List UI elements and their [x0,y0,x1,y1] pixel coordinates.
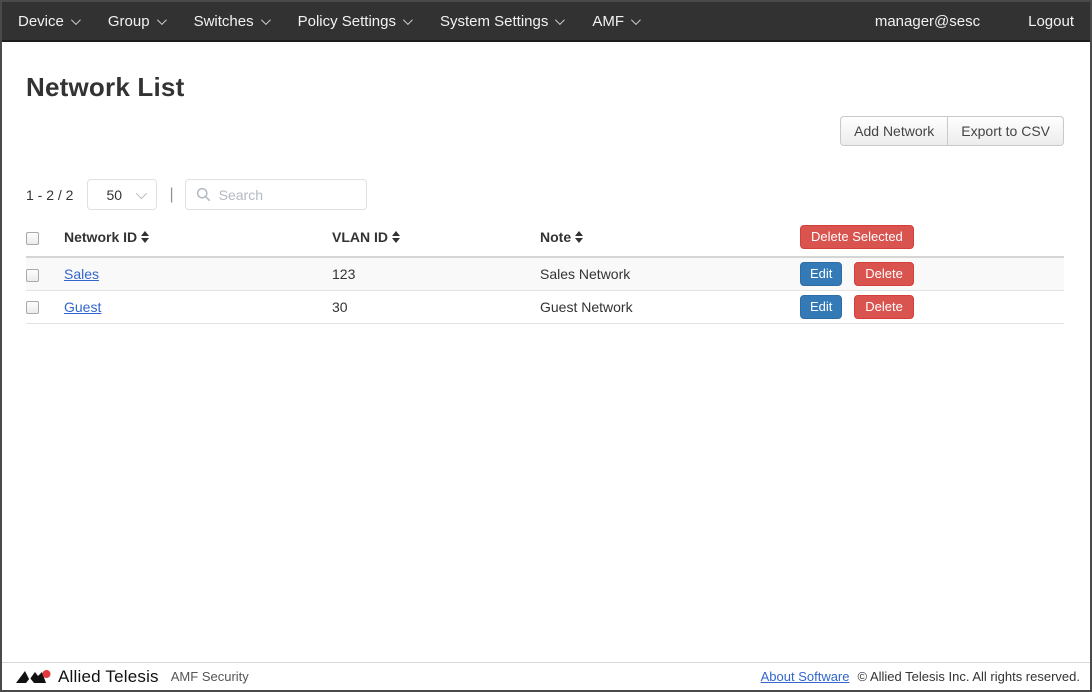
network-id-link[interactable]: Guest [64,299,101,315]
note-cell: Sales Network [540,257,800,290]
sort-icon[interactable] [141,231,149,243]
chevron-down-icon [261,15,271,25]
edit-button[interactable]: Edit [800,295,842,319]
nav-menu: Device Group Switches Policy Settings Sy… [18,13,638,30]
main-content: Network List Add Network Export to CSV 1… [2,42,1090,662]
nav-item-system-settings[interactable]: System Settings [440,13,562,30]
app-window: Device Group Switches Policy Settings Sy… [0,0,1092,692]
sort-icon[interactable] [392,231,400,243]
column-header-note: Note [540,229,571,245]
about-software-link[interactable]: About Software [761,669,850,684]
nav-item-label: Device [18,13,64,30]
toolbar-button-group: Add Network Export to CSV [840,116,1064,146]
logout-button[interactable]: Logout [1028,13,1074,30]
nav-item-policy-settings[interactable]: Policy Settings [298,13,410,30]
chevron-down-icon [403,15,413,25]
vlan-id-cell: 123 [332,257,540,290]
nav-item-switches[interactable]: Switches [194,13,268,30]
nav-item-label: Group [108,13,150,30]
sort-icon[interactable] [575,231,583,243]
column-header-vlan-id: VLAN ID [332,229,388,245]
nav-item-group[interactable]: Group [108,13,164,30]
delete-selected-button[interactable]: Delete Selected [800,225,914,249]
brand: Allied Telesis AMF Security [16,667,249,687]
toolbar: Add Network Export to CSV [26,116,1064,146]
column-header-network-id: Network ID [64,229,137,245]
export-csv-button[interactable]: Export to CSV [948,116,1064,146]
page-size-value: 50 [106,187,122,203]
nav-item-label: System Settings [440,13,548,30]
result-range-text: 1 - 2 / 2 [26,187,73,203]
footer: Allied Telesis AMF Security About Softwa… [2,662,1090,690]
table-row: Guest 30 Guest Network Edit Delete [26,290,1064,323]
separator: | [169,186,173,204]
chevron-down-icon [136,187,147,198]
chevron-down-icon [555,15,565,25]
nav-item-label: Policy Settings [298,13,396,30]
select-all-checkbox[interactable] [26,232,39,245]
allied-telesis-logo-icon [16,668,52,686]
row-checkbox[interactable] [26,269,39,282]
chevron-down-icon [631,15,641,25]
list-controls: 1 - 2 / 2 50 | [26,179,1064,210]
row-checkbox[interactable] [26,301,39,314]
delete-button[interactable]: Delete [854,262,914,286]
network-table: Network ID VLAN ID Note [26,221,1064,324]
vlan-id-cell: 30 [332,290,540,323]
chevron-down-icon [71,15,81,25]
nav-item-device[interactable]: Device [18,13,78,30]
nav-right: manager@sesc Logout [875,13,1074,30]
nav-item-label: Switches [194,13,254,30]
add-network-button[interactable]: Add Network [840,116,948,146]
nav-item-label: AMF [592,13,624,30]
logged-in-user: manager@sesc [875,13,980,30]
network-id-link[interactable]: Sales [64,266,99,282]
table-row: Sales 123 Sales Network Edit Delete [26,257,1064,290]
search-icon [196,187,211,202]
search-box [185,179,367,210]
search-input[interactable] [185,179,367,210]
product-name: AMF Security [171,669,249,684]
brand-name: Allied Telesis [58,667,159,687]
table-header-row: Network ID VLAN ID Note [26,221,1064,257]
page-size-select[interactable]: 50 [87,179,157,210]
edit-button[interactable]: Edit [800,262,842,286]
nav-item-amf[interactable]: AMF [592,13,638,30]
top-navbar: Device Group Switches Policy Settings Sy… [2,2,1090,42]
delete-button[interactable]: Delete [854,295,914,319]
note-cell: Guest Network [540,290,800,323]
footer-right: About Software © Allied Telesis Inc. All… [761,669,1080,684]
copyright-text: © Allied Telesis Inc. All rights reserve… [858,669,1081,684]
page-title: Network List [26,72,1064,103]
chevron-down-icon [157,15,167,25]
